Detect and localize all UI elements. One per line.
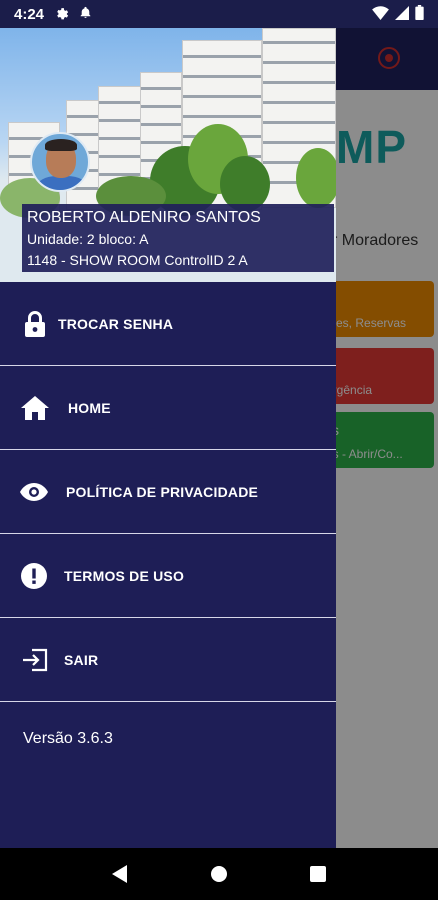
user-unit: Unidade: 2 bloco: A: [27, 231, 149, 247]
battery-icon: [415, 5, 424, 23]
menu-item-trocar-senha[interactable]: TROCAR SENHA: [0, 282, 336, 366]
drawer-header: ROBERTO ALDENIRO SANTOS Unidade: 2 bloco…: [0, 28, 336, 282]
settings-icon: [54, 5, 69, 23]
app-version: Versão 3.6.3: [23, 730, 113, 747]
user-name: ROBERTO ALDENIRO SANTOS: [27, 209, 261, 226]
back-icon[interactable]: [105, 859, 135, 889]
menu-item-label: TROCAR SENHA: [58, 315, 174, 332]
menu-item-home[interactable]: HOME: [0, 366, 336, 450]
home-button-icon[interactable]: [204, 859, 234, 889]
menu-item-label: TERMOS DE USO: [64, 567, 185, 584]
navigation-drawer: ROBERTO ALDENIRO SANTOS Unidade: 2 bloco…: [0, 28, 336, 848]
menu-item-politica-privacidade[interactable]: POLÍTICA DE PRIVACIDADE: [0, 450, 336, 534]
recents-icon[interactable]: [303, 859, 333, 889]
menu-item-label: HOME: [68, 399, 111, 416]
logout-icon: [20, 645, 50, 675]
alert-icon: [19, 561, 49, 591]
status-bar: 4:24: [0, 0, 438, 28]
user-info-box: ROBERTO ALDENIRO SANTOS Unidade: 2 bloco…: [22, 204, 334, 272]
signal-icon: [395, 5, 409, 23]
menu-item-label: SAIR: [64, 651, 99, 668]
notification-bell-icon: [79, 5, 92, 23]
lock-icon: [20, 309, 50, 339]
menu-item-label: POLÍTICA DE PRIVACIDADE: [66, 483, 259, 500]
menu-item-sair[interactable]: SAIR: [0, 618, 336, 702]
wifi-icon: [372, 5, 389, 23]
system-navigation-bar: [0, 848, 438, 900]
avatar[interactable]: [30, 132, 90, 192]
home-icon: [20, 393, 50, 423]
user-location: 1148 - SHOW ROOM ControlID 2 A: [27, 252, 248, 268]
eye-icon: [19, 477, 49, 507]
status-time: 4:24: [14, 5, 45, 23]
menu-item-termos-de-uso[interactable]: TERMOS DE USO: [0, 534, 336, 618]
drawer-menu: TROCAR SENHA HOME POLÍTICA DE PRIVACIDAD…: [0, 282, 336, 702]
